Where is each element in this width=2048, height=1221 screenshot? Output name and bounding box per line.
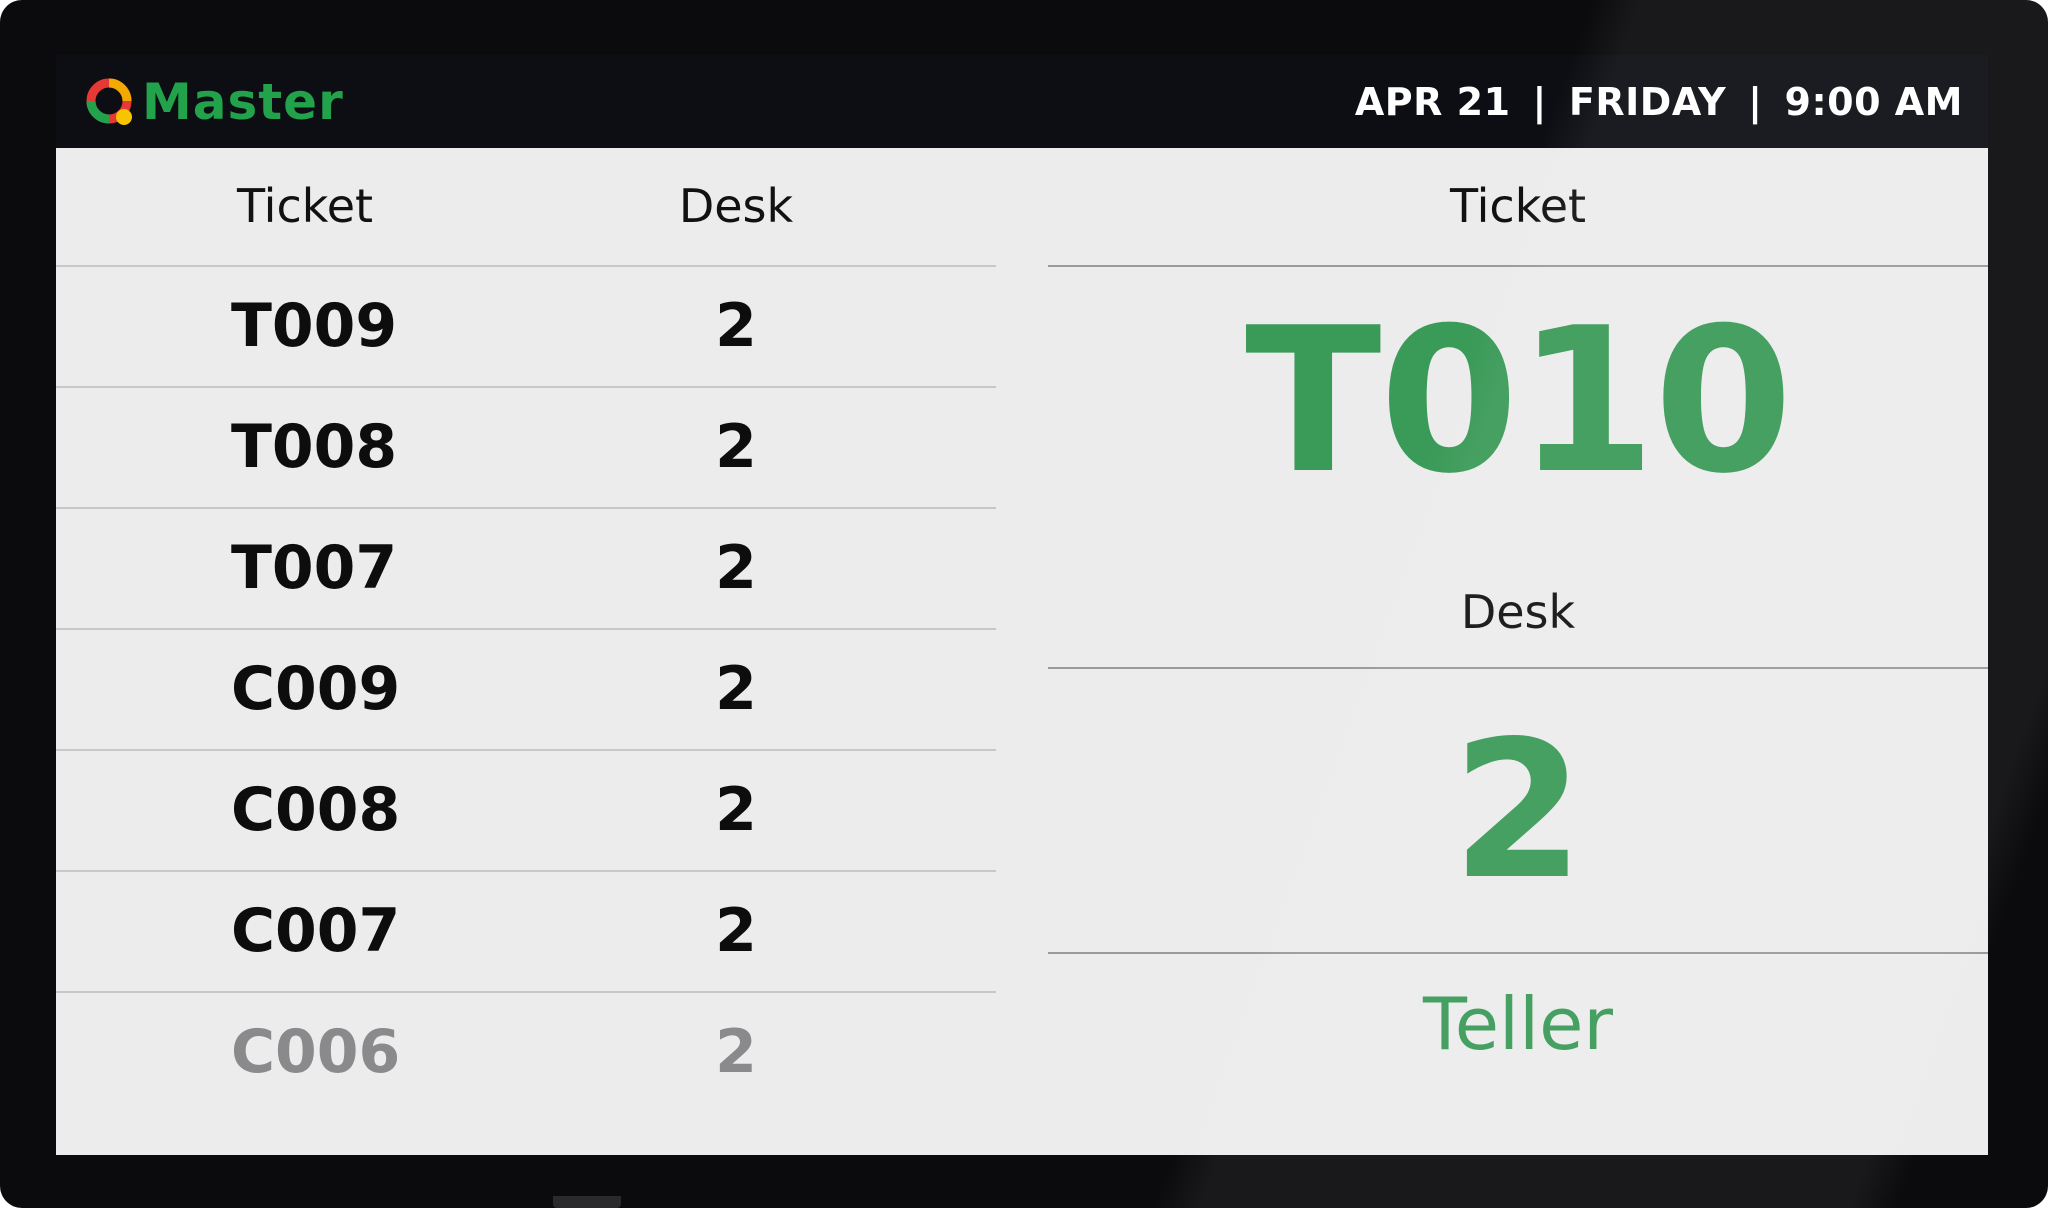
current-ticket-number: T010 [1245, 285, 1793, 518]
history-row: C006 2 [56, 993, 996, 1112]
brand-logo: Master [82, 73, 344, 131]
current-desk-number: 2 [1048, 669, 1988, 954]
history-header: Ticket Desk [56, 148, 996, 267]
separator: | [1532, 79, 1547, 124]
desk-number: 2 [715, 896, 757, 966]
separator: | [1748, 79, 1763, 124]
history-row: T009 2 [56, 267, 996, 388]
called-history-panel: Ticket Desk T009 2 T008 2 T007 2 C009 2 … [56, 148, 996, 1112]
desk-column-header: Desk [678, 179, 794, 233]
ticket-number: C009 [231, 654, 401, 724]
ticket-column-header: Ticket [237, 179, 374, 233]
monitor-stand [553, 1196, 621, 1208]
ticket-number: C007 [231, 896, 401, 966]
history-row: C007 2 [56, 872, 996, 993]
desk-number: 2 [715, 1017, 757, 1087]
history-row: T007 2 [56, 509, 996, 630]
desk-number: 2 [715, 654, 757, 724]
desk-number: 2 [715, 291, 757, 361]
q-logo-icon [86, 78, 132, 125]
history-row: C008 2 [56, 751, 996, 872]
date-time: APR 21 | FRIDAY | 9:00 AM [1355, 55, 1963, 148]
display-monitor: Master APR 21 | FRIDAY | 9:00 AM Ticket … [0, 0, 2048, 1208]
now-serving-panel: Ticket T010 Desk 2 Teller [1048, 148, 1988, 1094]
ticket-number: C008 [231, 775, 401, 845]
ticket-number: T009 [231, 291, 398, 361]
ticket-number: C006 [231, 1017, 401, 1087]
current-desk-label: Desk [1048, 557, 1988, 669]
time-label: 9:00 AM [1784, 79, 1963, 124]
ticket-number: T007 [231, 533, 398, 603]
history-row: C009 2 [56, 630, 996, 751]
top-bar: Master APR 21 | FRIDAY | 9:00 AM [56, 55, 1988, 148]
day-label: FRIDAY [1568, 79, 1727, 124]
desk-number: 2 [715, 412, 757, 482]
ticket-number: T008 [231, 412, 398, 482]
desk-number: 2 [715, 775, 757, 845]
service-name: Teller [1423, 982, 1613, 1066]
brand-name: Master [142, 73, 344, 131]
date-label: APR 21 [1354, 79, 1511, 124]
history-row: T008 2 [56, 388, 996, 509]
queue-display-screen: Master APR 21 | FRIDAY | 9:00 AM Ticket … [56, 55, 1988, 1155]
desk-number: 2 [715, 533, 757, 603]
current-ticket-label: Ticket [1048, 148, 1988, 267]
